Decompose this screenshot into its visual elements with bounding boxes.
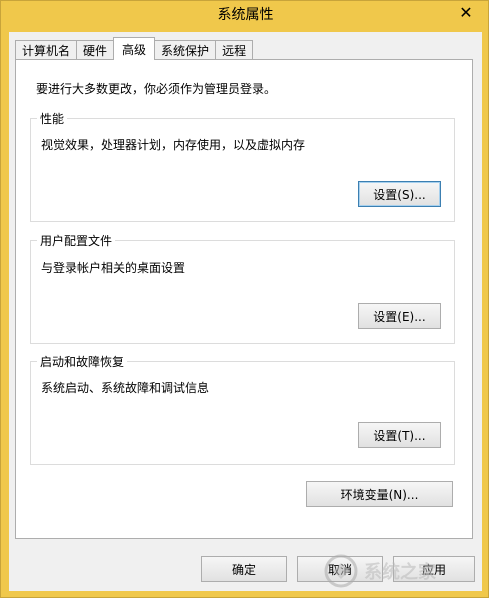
- tab-computer-name[interactable]: 计算机名: [15, 40, 78, 60]
- user-profiles-settings-button[interactable]: 设置(E)...: [358, 303, 441, 329]
- tab-strip: 计算机名 硬件 高级 系统保护 远程: [15, 37, 254, 60]
- dialog-client-area: 计算机名 硬件 高级 系统保护 远程 要进行大多数更改，你必须作为管理员登录。 …: [9, 32, 482, 591]
- startup-recovery-group-title: 启动和故障恢复: [37, 353, 128, 370]
- tab-hardware[interactable]: 硬件: [76, 40, 115, 60]
- close-button[interactable]: ✕: [448, 1, 484, 23]
- tab-advanced[interactable]: 高级: [113, 37, 156, 60]
- performance-description: 视觉效果，处理器计划，内存使用，以及虚拟内存: [41, 138, 306, 152]
- user-profiles-description: 与登录帐户相关的桌面设置: [41, 261, 186, 275]
- title-bar[interactable]: 系统属性 ✕: [1, 1, 489, 27]
- user-profiles-group-title: 用户配置文件: [37, 232, 116, 249]
- environment-variables-button[interactable]: 环境变量(N)...: [306, 481, 453, 507]
- tab-remote[interactable]: 远程: [215, 40, 254, 60]
- system-properties-window: 系统属性 ✕ 计算机名 硬件 高级 系统保护 远程 要进行大多数更改，你必须作为…: [0, 0, 489, 598]
- cancel-button[interactable]: 取消: [297, 556, 383, 582]
- advanced-tab-panel: 要进行大多数更改，你必须作为管理员登录。 性能 视觉效果，处理器计划，内存使用，…: [15, 59, 473, 539]
- performance-group-title: 性能: [37, 110, 68, 127]
- window-title: 系统属性: [217, 7, 274, 23]
- apply-button[interactable]: 应用: [393, 556, 475, 582]
- close-icon: ✕: [459, 2, 473, 22]
- startup-recovery-description: 系统启动、系统故障和调试信息: [41, 381, 210, 395]
- ok-button[interactable]: 确定: [201, 556, 287, 582]
- startup-recovery-settings-button[interactable]: 设置(T)...: [358, 422, 441, 448]
- performance-settings-button[interactable]: 设置(S)...: [358, 181, 441, 207]
- startup-recovery-group: 启动和故障恢复 系统启动、系统故障和调试信息 设置(T)...: [30, 353, 455, 465]
- tab-system-protection[interactable]: 系统保护: [154, 40, 217, 60]
- performance-group: 性能 视觉效果，处理器计划，内存使用，以及虚拟内存 设置(S)...: [30, 110, 455, 222]
- user-profiles-group: 用户配置文件 与登录帐户相关的桌面设置 设置(E)...: [30, 232, 455, 344]
- admin-notice: 要进行大多数更改，你必须作为管理员登录。: [36, 82, 277, 96]
